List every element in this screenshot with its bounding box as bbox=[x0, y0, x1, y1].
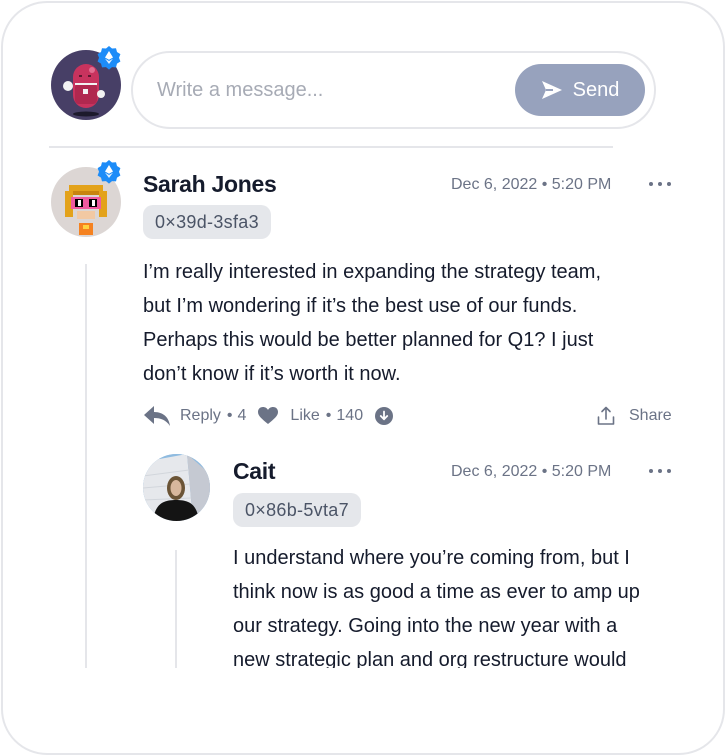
more-options-button[interactable] bbox=[649, 182, 671, 188]
reply-icon bbox=[144, 406, 170, 426]
reply-body: I understand where you’re coming from, b… bbox=[233, 541, 640, 668]
comment-line: Perhaps this would be better planned for… bbox=[143, 329, 594, 351]
reply-label: Reply bbox=[180, 407, 221, 424]
comment-line: I understand where you’re coming from, b… bbox=[233, 547, 630, 569]
more-options-button[interactable] bbox=[649, 469, 671, 475]
downvote-icon[interactable] bbox=[375, 407, 394, 425]
comment-line: think now is as good a time as ever to a… bbox=[233, 581, 640, 603]
share-label: Share bbox=[629, 407, 672, 424]
reply-author-name[interactable]: Cait bbox=[233, 458, 276, 485]
comment-line: don’t know if it’s worth it now. bbox=[143, 363, 401, 385]
comment-timestamp: Dec 6, 2022 • 5:20 PM bbox=[451, 176, 612, 193]
comments-viewport: Sarah Jones 0×39d-3sfa3 Dec 6, 2022 • 5:… bbox=[0, 0, 726, 668]
wallet-address-pill[interactable]: 0×86b-5vta7 bbox=[233, 493, 361, 527]
like-count: 140 bbox=[336, 407, 364, 424]
reply-count: 4 bbox=[237, 407, 247, 424]
photo-avatar-image bbox=[143, 454, 210, 521]
like-button[interactable]: Like • 140 bbox=[258, 407, 363, 425]
comment-line: our strategy. Going into the new year wi… bbox=[233, 615, 618, 637]
reply-thread-line bbox=[175, 550, 177, 668]
reply-button[interactable]: Reply • 4 bbox=[143, 405, 246, 427]
comment-actions: Reply • 4 Like • 140 bbox=[143, 403, 394, 429]
reply-author-avatar bbox=[143, 454, 210, 521]
comment-body: I’m really interested in expanding the s… bbox=[143, 255, 601, 391]
heart-icon bbox=[258, 407, 279, 424]
share-icon bbox=[597, 406, 615, 425]
thread-line bbox=[85, 264, 87, 668]
comment-line: new strategic plan and org restructure w… bbox=[233, 649, 627, 668]
share-button[interactable]: Share bbox=[597, 403, 672, 429]
comment-line: I’m really interested in expanding the s… bbox=[143, 261, 602, 283]
verified-badge-icon bbox=[97, 160, 121, 184]
wallet-address-pill[interactable]: 0×39d-3sfa3 bbox=[143, 205, 271, 239]
separator: • bbox=[226, 407, 233, 424]
reply-timestamp: Dec 6, 2022 • 5:20 PM bbox=[451, 463, 612, 480]
comment-author-name[interactable]: Sarah Jones bbox=[143, 171, 277, 198]
comment-line: but I’m wondering if it’s the best use o… bbox=[143, 295, 578, 317]
like-label: Like bbox=[290, 407, 320, 424]
separator: • bbox=[325, 407, 332, 424]
